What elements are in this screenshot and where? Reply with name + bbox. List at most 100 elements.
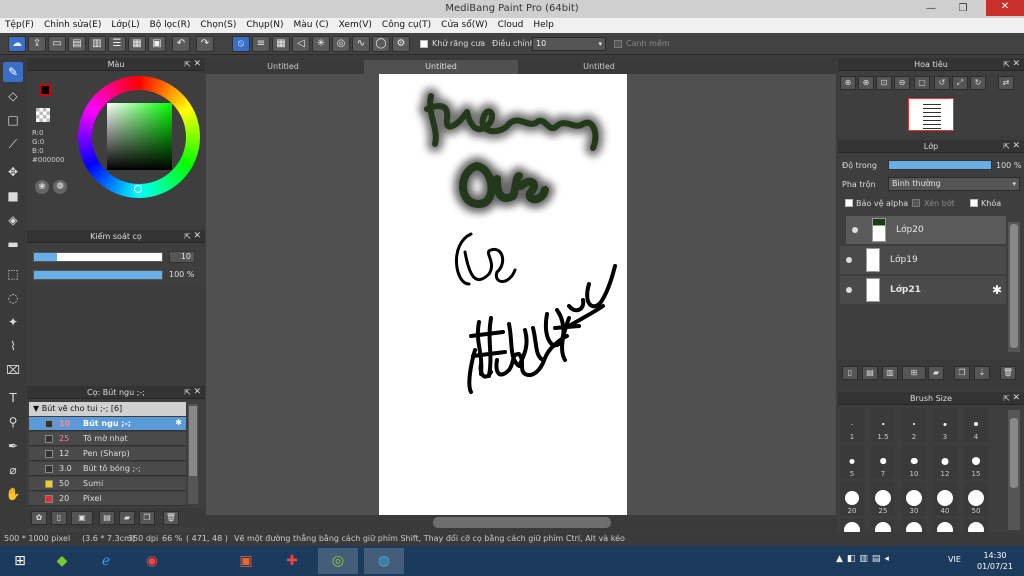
brush-size-cell[interactable]: 40 bbox=[933, 482, 957, 516]
menu-view[interactable]: Xem(V) bbox=[334, 18, 377, 32]
trash-icon[interactable]: 🗑 bbox=[163, 511, 179, 525]
lock-checkbox[interactable] bbox=[970, 199, 978, 207]
eye-icon[interactable] bbox=[846, 287, 852, 293]
vanish-snap-icon[interactable]: ◁ bbox=[292, 36, 310, 52]
actual-size-icon[interactable]: ▢ bbox=[914, 76, 930, 90]
popout-icon[interactable]: ⇱ bbox=[1003, 58, 1010, 71]
brush-size-cell[interactable] bbox=[871, 519, 895, 538]
grid-icon[interactable]: ▦ bbox=[128, 36, 146, 52]
undo-icon[interactable]: ↶ bbox=[172, 36, 190, 52]
lasso-tool-icon[interactable]: ◌ bbox=[3, 288, 23, 308]
layer-row[interactable]: Lớp19 bbox=[840, 246, 1006, 274]
brush-size-cell[interactable]: 30 bbox=[902, 482, 926, 516]
ellipse-snap-icon[interactable]: ◯ bbox=[372, 36, 390, 52]
brush-size-cell[interactable]: 25 bbox=[871, 482, 895, 516]
select-pen-icon[interactable]: ⌇ bbox=[3, 336, 23, 356]
brush-size-cell[interactable] bbox=[933, 519, 957, 538]
close-icon[interactable]: ✕ bbox=[193, 230, 201, 243]
tab-untitled-2[interactable]: Untitled bbox=[364, 60, 518, 74]
close-icon[interactable]: ✕ bbox=[193, 58, 201, 71]
add-layer-menu-icon[interactable]: ⊞ bbox=[902, 366, 926, 380]
zoom-out-icon[interactable]: ⊖ bbox=[894, 76, 910, 90]
gradient-tool-icon[interactable]: ▬ bbox=[3, 234, 23, 254]
radial-snap-icon[interactable]: ✳ bbox=[312, 36, 330, 52]
slides-app-icon[interactable]: ▣ bbox=[226, 548, 266, 574]
brush-add-icon[interactable]: ✿ bbox=[31, 511, 47, 525]
new-brush-icon[interactable]: ▯ bbox=[51, 511, 67, 525]
brush-size-value[interactable]: 10 bbox=[169, 251, 195, 263]
minimize-button[interactable]: — bbox=[920, 2, 942, 16]
snap-checkbox[interactable] bbox=[614, 40, 622, 48]
layer-scrollbar[interactable] bbox=[1008, 222, 1020, 352]
brush-list-item[interactable]: 25 Tô mờ nhạt bbox=[29, 432, 186, 446]
brush-size-scrollbar[interactable] bbox=[1008, 410, 1020, 530]
circle-snap-icon[interactable]: ◎ bbox=[332, 36, 350, 52]
text-tool-icon[interactable]: T bbox=[3, 388, 23, 408]
zoom-plus-icon[interactable]: ⊕ bbox=[858, 76, 874, 90]
menu-window[interactable]: Cửa sổ(W) bbox=[436, 18, 492, 32]
close-button[interactable]: ✕ bbox=[986, 0, 1024, 16]
settings-icon[interactable]: ▣ bbox=[148, 36, 166, 52]
layer-opacity-slider[interactable] bbox=[888, 160, 992, 170]
menu-color[interactable]: Màu (C) bbox=[289, 18, 334, 32]
brush-list-item[interactable]: 10 Bút ngu ;-; ✱ bbox=[29, 417, 186, 431]
new-layer-icon[interactable]: ▯ bbox=[842, 366, 858, 380]
brush-size-cell[interactable]: 2 bbox=[902, 408, 926, 442]
list-icon[interactable]: ☰ bbox=[108, 36, 126, 52]
brush-settings-icon[interactable]: ▤ bbox=[99, 511, 115, 525]
navigator-preview[interactable] bbox=[908, 98, 954, 131]
hue-cursor[interactable] bbox=[134, 185, 142, 193]
brush-size-cell[interactable]: 1 bbox=[840, 408, 864, 442]
eyedropper-icon[interactable]: ⌀ bbox=[3, 460, 23, 480]
menu-layer[interactable]: Lớp(L) bbox=[106, 18, 144, 32]
folder-icon[interactable]: ▰ bbox=[119, 511, 135, 525]
brush-opacity-slider[interactable] bbox=[33, 270, 163, 280]
bluestacks-icon[interactable]: ◆ bbox=[42, 548, 82, 574]
eraser-tool-icon[interactable]: ◇ bbox=[3, 86, 23, 106]
palette-add-icon[interactable]: ❁ bbox=[53, 180, 67, 194]
flip-icon[interactable]: ⇄ bbox=[998, 76, 1014, 90]
popout-icon[interactable]: ⇱ bbox=[184, 230, 191, 243]
close-icon[interactable]: ✕ bbox=[1012, 140, 1020, 153]
eye-icon[interactable] bbox=[846, 257, 852, 263]
smudge-tool-icon[interactable]: ⟋ bbox=[3, 134, 23, 154]
transparent-swatch[interactable] bbox=[36, 108, 50, 122]
dot-tool-icon[interactable]: □ bbox=[3, 110, 23, 130]
snap-off-icon[interactable]: ⦸ bbox=[232, 36, 250, 52]
menu-filter[interactable]: Bộ lọc(R) bbox=[145, 18, 196, 32]
brush-size-cell[interactable]: 12 bbox=[933, 445, 957, 479]
parallel-snap-icon[interactable]: ≡ bbox=[252, 36, 270, 52]
rotate-right-icon[interactable]: ↻ bbox=[970, 76, 986, 90]
menu-help[interactable]: Help bbox=[528, 18, 559, 32]
gear-icon[interactable]: ✱ bbox=[175, 418, 182, 427]
language-indicator[interactable]: VIE bbox=[948, 555, 961, 564]
redo-icon[interactable]: ↷ bbox=[196, 36, 214, 52]
select-eraser-icon[interactable]: ⌧ bbox=[3, 360, 23, 380]
brush-size-cell[interactable]: 1.5 bbox=[871, 408, 895, 442]
medibang-icon[interactable]: ◍ bbox=[364, 548, 404, 574]
brush-size-cell[interactable]: 3 bbox=[933, 408, 957, 442]
move-tool-icon[interactable]: ✥ bbox=[3, 162, 23, 182]
brush-size-cell[interactable]: 5 bbox=[840, 445, 864, 479]
menu-cloud[interactable]: Cloud bbox=[493, 18, 529, 32]
close-icon[interactable]: ✕ bbox=[1012, 392, 1020, 405]
windows-start-icon[interactable]: ⊞ bbox=[0, 548, 40, 574]
curve-snap-icon[interactable]: ∿ bbox=[352, 36, 370, 52]
brush-list-item[interactable]: 20 Pixel bbox=[29, 492, 186, 506]
brush-size-cell[interactable]: 50 bbox=[964, 482, 988, 516]
shape-tool-icon[interactable]: ■ bbox=[3, 186, 23, 206]
brush-size-cell[interactable] bbox=[902, 519, 926, 538]
maximize-button[interactable]: ❐ bbox=[952, 2, 974, 16]
eye-icon[interactable] bbox=[852, 227, 858, 233]
cross-snap-icon[interactable]: ▦ bbox=[272, 36, 290, 52]
brush-list-item[interactable]: 3.0 Bút tô bóng ;-; bbox=[29, 462, 186, 476]
drawing-canvas[interactable] bbox=[379, 74, 627, 515]
magic-wand-icon[interactable]: ✦ bbox=[3, 312, 23, 332]
tray-icons[interactable]: ▲◧▥▤◂ bbox=[836, 554, 893, 564]
internet-explorer-icon[interactable]: ℯ bbox=[86, 548, 126, 574]
merge-layer-icon[interactable]: ⇣ bbox=[974, 366, 990, 380]
popout-icon[interactable]: ⇱ bbox=[184, 58, 191, 71]
brush-size-cell[interactable]: 15 bbox=[964, 445, 988, 479]
close-icon[interactable]: ✕ bbox=[1012, 58, 1020, 71]
duplicate-icon[interactable]: ❐ bbox=[139, 511, 155, 525]
